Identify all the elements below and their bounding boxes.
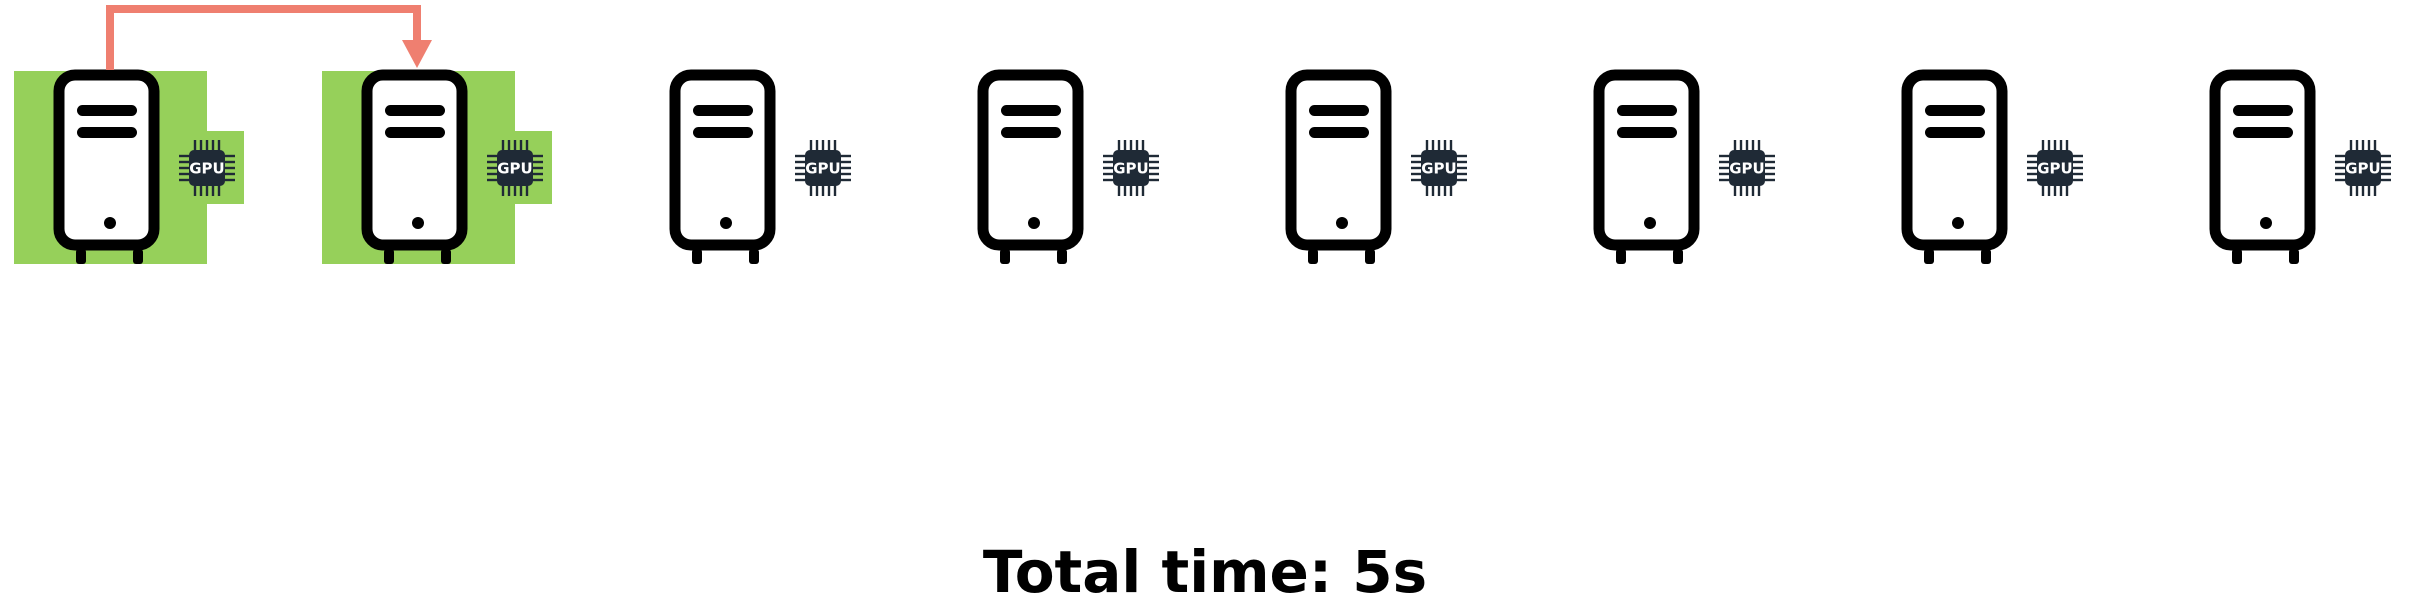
gpu-label: GPU (1113, 160, 1149, 178)
total-time-label: Total time: 5s (982, 538, 1428, 606)
gpu-label: GPU (497, 160, 533, 178)
gpu-chip-icon: GPU (1411, 140, 1467, 196)
gpu-label: GPU (805, 160, 841, 178)
gpu-label: GPU (189, 160, 225, 178)
server-node-6: GPU (1593, 69, 1775, 264)
server-node-4: GPU (977, 69, 1159, 264)
gpu-label: GPU (2037, 160, 2073, 178)
server-tower-icon (53, 69, 160, 264)
server-tower-icon (977, 69, 1084, 264)
gpu-label: GPU (1729, 160, 1765, 178)
gpu-label: GPU (2345, 160, 2381, 178)
gpu-chip-icon: GPU (795, 140, 851, 196)
server-node-3: GPU (669, 69, 851, 264)
server-tower-icon (669, 69, 776, 264)
server-node-1: GPU (14, 69, 244, 264)
server-node-2: GPU (322, 69, 552, 264)
gpu-chip-icon: GPU (1719, 140, 1775, 196)
server-gpu-diagram: GPU GPU GPU GPU GPU GPU GPU GPU (14, 5, 2391, 264)
server-tower-icon (1593, 69, 1700, 264)
server-tower-icon (2209, 69, 2316, 264)
server-tower-icon (1901, 69, 2008, 264)
server-node-5: GPU (1285, 69, 1467, 264)
gpu-chip-icon: GPU (2027, 140, 2083, 196)
server-node-7: GPU (1901, 69, 2083, 264)
server-node-8: GPU (2209, 69, 2391, 264)
gpu-label: GPU (1421, 160, 1457, 178)
server-tower-icon (1285, 69, 1392, 264)
transfer-arrow-icon (106, 5, 432, 70)
gpu-chip-icon: GPU (1103, 140, 1159, 196)
gpu-chip-icon: GPU (2335, 140, 2391, 196)
server-tower-icon (361, 69, 468, 264)
